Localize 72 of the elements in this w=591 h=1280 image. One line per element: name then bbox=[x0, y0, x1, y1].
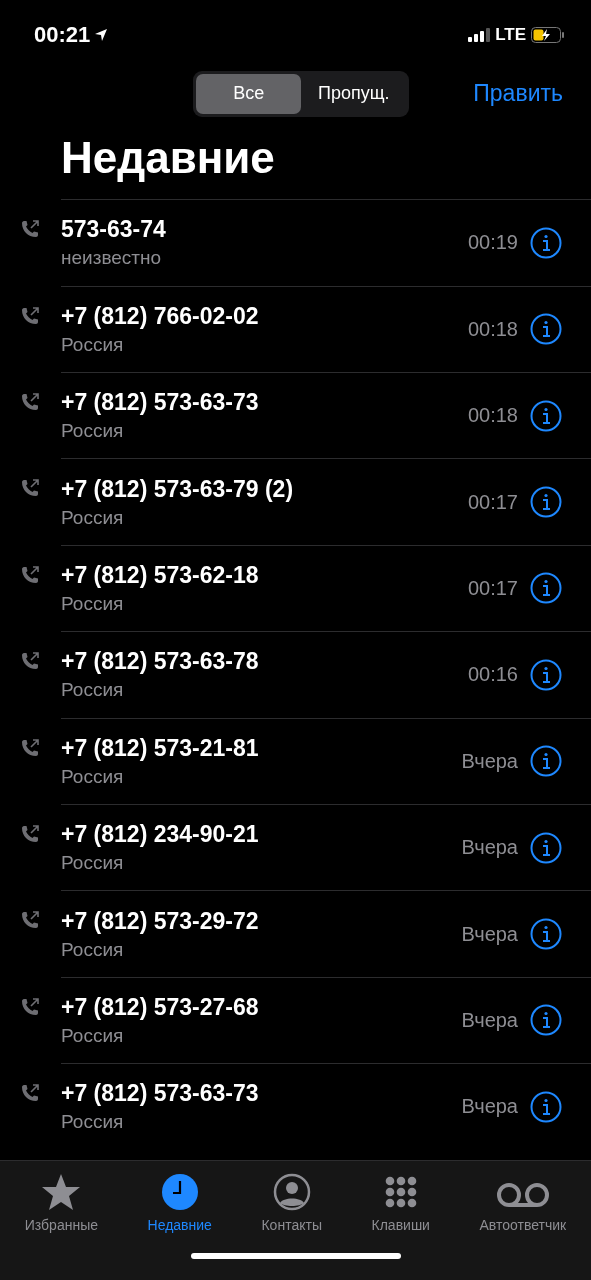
phone-number: 573-63-74 bbox=[61, 216, 167, 244]
call-time: 00:17 bbox=[467, 576, 518, 600]
location-arrow-icon bbox=[94, 27, 109, 42]
outgoing-call-icon bbox=[20, 219, 40, 240]
outgoing-call-icon bbox=[20, 823, 40, 844]
call-time: 00:18 bbox=[467, 317, 518, 341]
phone-number: +7 (812) 573-63-79 (2) bbox=[61, 475, 295, 503]
call-location: Россия bbox=[61, 333, 125, 356]
call-time: Вчера bbox=[461, 1008, 518, 1032]
phone-number: +7 (812) 766-02-02 bbox=[61, 302, 260, 330]
star-icon bbox=[41, 1172, 82, 1211]
outgoing-call-icon bbox=[20, 910, 40, 931]
info-icon[interactable] bbox=[530, 1090, 562, 1123]
call-location: Россия bbox=[61, 852, 125, 875]
info-icon[interactable] bbox=[530, 658, 562, 691]
outgoing-call-icon bbox=[20, 737, 40, 758]
call-location: неизвестно bbox=[61, 247, 163, 270]
phone-number: +7 (812) 573-63-73 bbox=[61, 389, 260, 417]
call-location: Россия bbox=[61, 1111, 125, 1134]
info-icon[interactable] bbox=[530, 1004, 562, 1037]
tab-bar-item[interactable]: Недавние bbox=[147, 1170, 212, 1233]
status-time: 00:21 bbox=[34, 21, 91, 48]
battery-icon bbox=[531, 26, 565, 43]
outgoing-call-icon bbox=[20, 1083, 40, 1104]
contact-icon bbox=[272, 1172, 311, 1211]
clock-icon bbox=[160, 1172, 199, 1211]
segment-tab[interactable]: Пропущ. bbox=[301, 73, 407, 114]
tab-bar-item[interactable]: Избранные bbox=[24, 1170, 98, 1233]
call-time: 00:18 bbox=[467, 404, 518, 428]
call-time: Вчера bbox=[461, 1095, 518, 1119]
call-time: Вчера bbox=[461, 922, 518, 946]
phone-number: +7 (812) 234-90-21 bbox=[61, 821, 260, 849]
signal-icon bbox=[468, 27, 491, 42]
info-icon[interactable] bbox=[530, 226, 562, 259]
info-icon[interactable] bbox=[530, 313, 562, 346]
segment-tab[interactable]: Все bbox=[196, 73, 302, 114]
phone-number: +7 (812) 573-21-81 bbox=[61, 734, 260, 762]
call-location: Россия bbox=[61, 420, 125, 443]
call-time: Вчера bbox=[461, 749, 518, 773]
info-icon[interactable] bbox=[530, 831, 562, 864]
outgoing-call-icon bbox=[20, 651, 40, 672]
edit-button[interactable]: Править bbox=[473, 80, 563, 108]
tab-bar-item[interactable]: Автоответчик bbox=[479, 1170, 567, 1233]
info-icon[interactable] bbox=[530, 745, 562, 778]
call-time: 00:19 bbox=[467, 231, 518, 255]
info-icon[interactable] bbox=[530, 572, 562, 605]
info-icon[interactable] bbox=[530, 399, 562, 432]
phone-number: +7 (812) 573-27-68 bbox=[61, 993, 260, 1021]
phone-number: +7 (812) 573-29-72 bbox=[61, 907, 260, 935]
info-icon[interactable] bbox=[530, 918, 562, 950]
call-time: 00:16 bbox=[467, 663, 518, 687]
outgoing-call-icon bbox=[20, 305, 40, 326]
call-location: Россия bbox=[61, 765, 125, 788]
outgoing-call-icon bbox=[20, 996, 40, 1017]
call-time: Вчера bbox=[461, 836, 518, 860]
outgoing-call-icon bbox=[20, 564, 40, 585]
page-title: Недавние bbox=[60, 132, 276, 185]
call-location: Россия bbox=[61, 679, 125, 702]
call-location: Россия bbox=[61, 506, 125, 529]
call-location: Россия bbox=[61, 938, 125, 961]
call-location: Россия bbox=[61, 1024, 125, 1047]
info-icon[interactable] bbox=[530, 486, 562, 519]
tab-bar-item[interactable]: Клавиши bbox=[371, 1170, 430, 1233]
outgoing-call-icon bbox=[20, 478, 40, 499]
phone-number: +7 (812) 573-63-78 bbox=[61, 648, 260, 676]
outgoing-call-icon bbox=[20, 392, 40, 412]
phone-number: +7 (812) 573-63-73 bbox=[61, 1080, 260, 1108]
call-time: 00:17 bbox=[467, 490, 518, 514]
tab-bar-item[interactable]: Контакты bbox=[261, 1170, 322, 1233]
network-type: LTE bbox=[495, 24, 526, 45]
call-location: Россия bbox=[61, 592, 125, 615]
phone-number: +7 (812) 573-62-18 bbox=[61, 561, 260, 589]
